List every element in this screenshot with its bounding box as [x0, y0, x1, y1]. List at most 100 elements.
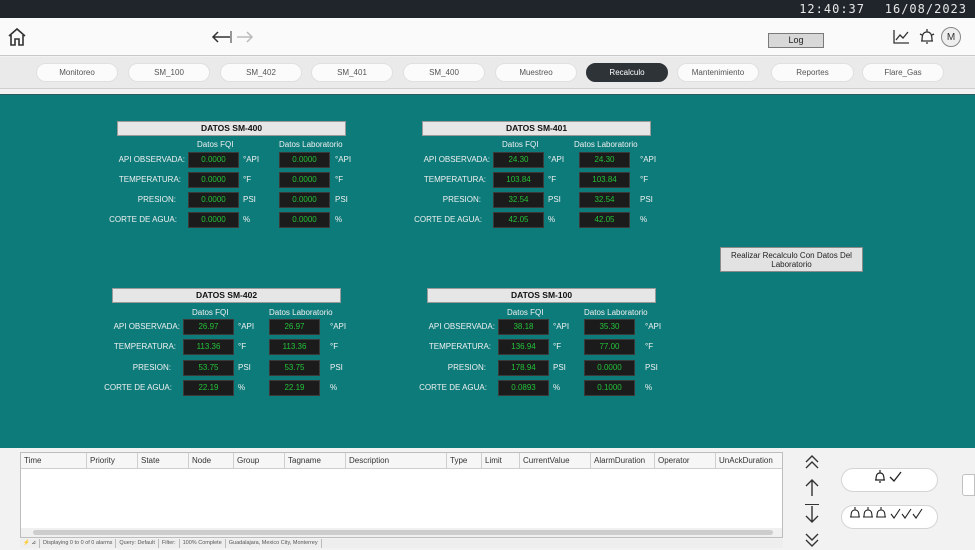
sm402-lab-header: Datos Laboratorio — [269, 308, 333, 317]
ack-alarm-button[interactable] — [841, 468, 938, 492]
sm402-title: DATOS SM-402 — [112, 288, 341, 303]
toolbar: Log M — [0, 18, 975, 56]
alarm-table[interactable]: Time Priority State Node Group Tagname D… — [20, 452, 783, 538]
col-state[interactable]: State — [138, 453, 189, 469]
sm402-pres-lab-unit: PSI — [330, 363, 343, 372]
forward-arrow-icon[interactable] — [234, 26, 256, 48]
sm100-temp-lab[interactable]: 77.00 — [584, 339, 635, 355]
col-time[interactable]: Time — [21, 453, 87, 469]
sm100-corte-lab[interactable]: 0.1000 — [584, 380, 635, 396]
sm400-api-unit: °API — [243, 155, 260, 164]
sm100-api-unit: °API — [553, 322, 570, 331]
sm402-pres-unit: PSI — [238, 363, 251, 372]
col-priority[interactable]: Priority — [87, 453, 138, 469]
status-filter: Filter: — [159, 539, 180, 548]
sm400-temp-lab[interactable]: 0.0000 — [279, 172, 330, 188]
sm100-corte-lab-unit: % — [645, 383, 653, 392]
tab-monitoreo[interactable]: Monitoreo — [36, 63, 118, 82]
sm400-api-lab[interactable]: 0.0000 — [279, 152, 330, 168]
sm402-api-fqi: 26.97 — [183, 319, 234, 335]
col-type[interactable]: Type — [447, 453, 482, 469]
col-tagname[interactable]: Tagname — [285, 453, 346, 469]
sm402-temp-lab-unit: °F — [330, 342, 339, 351]
arrow-up-icon[interactable] — [799, 478, 825, 498]
sm100-lab-header: Datos Laboratorio — [584, 308, 648, 317]
back-arrow-icon[interactable] — [210, 26, 232, 48]
log-button[interactable]: Log — [768, 33, 824, 48]
col-currentvalue[interactable]: CurrentValue — [520, 453, 591, 469]
sm100-fqi-header: Datos FQI — [507, 308, 544, 317]
sm401-corte-label: CORTE DE AGUA: — [414, 215, 482, 224]
sm401-pres-unit: PSI — [548, 195, 561, 204]
col-unackduration[interactable]: UnAckDuration — [716, 453, 782, 469]
sm402-temp-lab[interactable]: 113.36 — [269, 339, 320, 355]
tab-muestreo[interactable]: Muestreo — [495, 63, 577, 82]
sm400-corte-fqi: 0.0000 — [188, 212, 239, 228]
sm402-temp-label: TEMPERATURA: — [113, 342, 176, 351]
sm401-corte-lab[interactable]: 42.05 — [579, 212, 630, 228]
col-description[interactable]: Description — [346, 453, 447, 469]
col-alarmduration[interactable]: AlarmDuration — [591, 453, 655, 469]
sm400-lab-header: Datos Laboratorio — [279, 140, 343, 149]
sm100-api-lab[interactable]: 35.30 — [584, 319, 635, 335]
sm401-pres-lab-unit: PSI — [640, 195, 653, 204]
tab-reportes[interactable]: Reportes — [771, 63, 854, 82]
sm401-api-unit: °API — [548, 155, 565, 164]
user-avatar[interactable]: M — [941, 27, 961, 47]
status-timezone: Guadalajara, Mexico City, Monterrey — [226, 539, 322, 548]
home-icon[interactable] — [6, 26, 28, 48]
sm400-corte-lab[interactable]: 0.0000 — [279, 212, 330, 228]
alarm-bell-icon[interactable] — [916, 26, 938, 48]
tab-sm402[interactable]: SM_402 — [220, 63, 302, 82]
sm402-pres-label: PRESION: — [132, 363, 171, 372]
sm402-pres-fqi: 53.75 — [183, 360, 234, 376]
sm402-api-lab[interactable]: 26.97 — [269, 319, 320, 335]
arrow-down-icon[interactable] — [799, 504, 825, 524]
sm100-api-fqi: 38.18 — [498, 319, 549, 335]
sm401-pres-label: PRESION: — [442, 195, 481, 204]
tab-sm100[interactable]: SM_100 — [128, 63, 210, 82]
sm401-api-lab[interactable]: 24.30 — [579, 152, 630, 168]
sm400-pres-unit: PSI — [243, 195, 256, 204]
page-down-icon[interactable] — [799, 530, 825, 550]
sm401-title: DATOS SM-401 — [422, 121, 651, 136]
sm400-pres-lab[interactable]: 0.0000 — [279, 192, 330, 208]
sm402-pres-lab[interactable]: 53.75 — [269, 360, 320, 376]
sm401-temp-lab[interactable]: 103.84 — [579, 172, 630, 188]
sm402-corte-label: CORTE DE AGUA: — [104, 383, 172, 392]
col-operator[interactable]: Operator — [655, 453, 716, 469]
sm100-pres-lab[interactable]: 0.0000 — [584, 360, 635, 376]
sm402-corte-lab[interactable]: 22.19 — [269, 380, 320, 396]
tab-recalculo[interactable]: Recalculo — [586, 63, 668, 82]
status-query: Query: Default — [116, 539, 159, 548]
tab-sm401[interactable]: SM_401 — [311, 63, 393, 82]
trend-chart-icon[interactable] — [890, 26, 912, 48]
sm401-pres-lab[interactable]: 32.54 — [579, 192, 630, 208]
sm402-api-unit: °API — [238, 322, 255, 331]
status-progress: 100% Complete — [180, 539, 226, 548]
sm400-corte-label: CORTE DE AGUA: — [109, 215, 177, 224]
tab-mantenimiento[interactable]: Mantenimiento — [677, 63, 759, 82]
col-node[interactable]: Node — [189, 453, 234, 469]
side-panel-toggle[interactable] — [962, 474, 975, 496]
col-group[interactable]: Group — [234, 453, 285, 469]
sm100-pres-unit: PSI — [553, 363, 566, 372]
alarm-status-bar: ⚡ ⊿ Displaying 0 to 0 of 0 alarms Query: D… — [20, 539, 783, 548]
sm100-title: DATOS SM-100 — [427, 288, 656, 303]
col-limit[interactable]: Limit — [482, 453, 520, 469]
sm400-temp-unit: °F — [243, 175, 252, 184]
clock: 12:40:37 — [799, 2, 865, 16]
ack-all-alarms-button[interactable] — [841, 505, 938, 529]
recalculate-button[interactable]: Realizar Recalculo Con Datos Del Laborat… — [720, 247, 863, 272]
sm100-corte-unit: % — [553, 383, 561, 392]
alarm-navigation — [795, 452, 830, 548]
sm400-fqi-header: Datos FQI — [197, 140, 234, 149]
bell-check-icon — [874, 470, 902, 483]
sm100-pres-fqi: 178.94 — [498, 360, 549, 376]
sm402-temp-fqi: 113.36 — [183, 339, 234, 355]
tab-sm400[interactable]: SM_400 — [403, 63, 485, 82]
scrollbar-thumb[interactable] — [33, 530, 773, 535]
sm402-corte-unit: % — [238, 383, 246, 392]
tab-flare-gas[interactable]: Flare_Gas — [862, 63, 944, 82]
page-up-icon[interactable] — [799, 452, 825, 472]
